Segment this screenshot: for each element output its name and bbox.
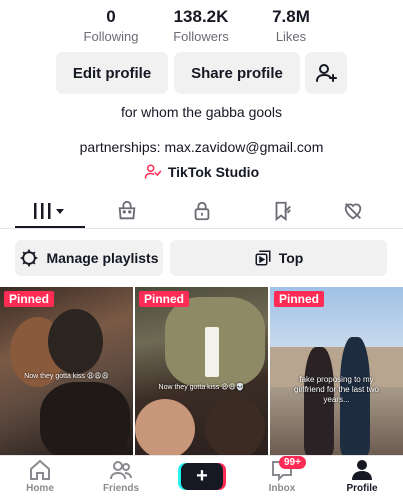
nav-friends[interactable]: Friends [86,458,156,500]
top-label: Top [278,250,304,266]
pinned-badge: Pinned [139,291,190,307]
video-caption: Now they gotta kiss 😩😩😩 [24,373,109,380]
profile-icon [352,460,372,480]
tab-favorites[interactable] [262,196,302,226]
pinned-badge: Pinned [4,291,55,307]
pinned-badge: Pinned [274,291,325,307]
inbox-badge: 99+ [279,456,306,469]
add-friend-button[interactable] [305,52,347,94]
manage-playlists-label: Manage playlists [46,250,159,266]
video-grid: Pinned Now they gotta kiss 😩😩😩 Pinned No… [0,287,403,455]
video-tile[interactable]: Pinned Now they gotta kiss 😩😩💀 [135,287,268,455]
nav-friends-label: Friends [102,483,140,494]
shop-bag-icon [118,200,136,220]
video-tile[interactable]: Pinned Now they gotta kiss 😩😩😩 [0,287,133,455]
studio-label: TikTok Studio [167,164,260,180]
nav-home[interactable]: Home [5,458,75,500]
share-profile-button[interactable]: Share profile [174,52,300,94]
tab-shop[interactable] [107,196,147,226]
profile-bio: for whom the gabba gools [120,104,283,120]
tabs-divider [0,228,403,229]
thumbnail-figure [205,397,265,455]
thumbnail-figure [40,382,130,455]
settings-gear-icon [21,249,38,267]
plus-icon: + [196,465,208,487]
manage-playlists-button[interactable]: Manage playlists [15,240,163,276]
thumbnail-figure [48,309,103,374]
playlist-play-icon [255,250,271,266]
video-grid-icon [34,203,64,219]
heart-hidden-icon [344,203,362,220]
video-tile[interactable]: Pinned fake proposing to my girlfriend f… [270,287,403,455]
video-caption: Now they gotta kiss 😩😩💀 [158,384,245,391]
tab-private[interactable] [182,196,222,226]
partnerships-email: partnerships: max.zavidow@gmail.com [79,139,324,155]
profile-tabs [0,196,403,226]
lock-icon [194,201,210,221]
studio-icon [144,164,162,179]
friends-icon [110,461,132,480]
tiktok-studio-link[interactable]: TikTok Studio [0,162,403,182]
likes-label: Likes [275,29,307,44]
create-post-button[interactable]: + [181,463,223,490]
thumbnail-figure [205,327,219,377]
thumbnail-figure [135,399,195,455]
edit-profile-button[interactable]: Edit profile [56,52,168,94]
nav-profile[interactable]: Profile [327,458,397,500]
top-sort-button[interactable]: Top [170,240,387,276]
likes-stat[interactable]: 7.8M Likes [236,6,346,45]
tab-videos[interactable] [30,196,70,226]
add-person-icon [316,64,337,82]
likes-count: 7.8M [272,7,310,26]
home-icon [30,459,50,480]
nav-inbox[interactable]: 99+ Inbox [247,456,317,500]
video-caption: fake proposing to my girlfriend for the … [294,375,379,404]
profile-stats: 0 Following 138.2K Followers 7.8M Likes [0,6,403,46]
nav-home-label: Home [26,483,54,494]
bookmark-icon [275,201,291,222]
tab-liked[interactable] [333,196,373,226]
nav-profile-label: Profile [346,483,378,494]
bottom-nav: Home Friends + 99+ Inbox Profile [0,455,403,500]
nav-inbox-label: Inbox [268,483,296,494]
